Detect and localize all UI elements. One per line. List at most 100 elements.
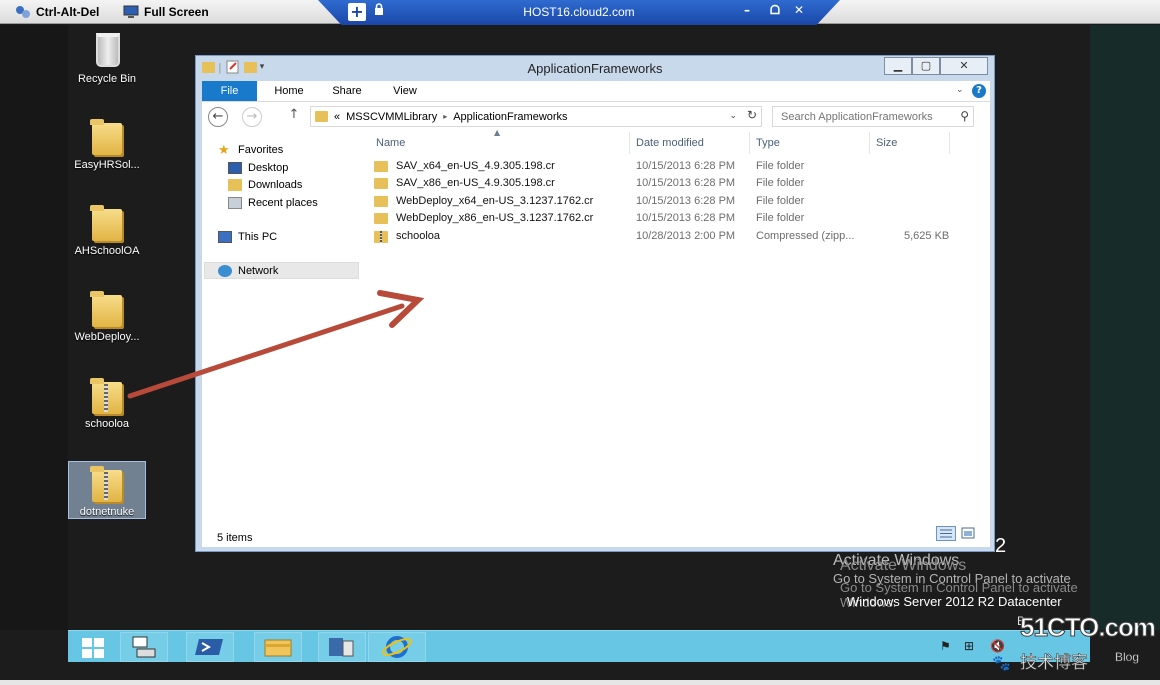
start-button[interactable] — [68, 632, 118, 662]
tab-view[interactable]: View — [380, 81, 430, 101]
desktop-icon-webdeploy[interactable]: WebDeploy... — [68, 289, 146, 343]
folder-icon — [90, 205, 122, 241]
taskbar-file-explorer[interactable] — [254, 632, 302, 662]
refresh-icon[interactable]: ↻ — [747, 108, 757, 122]
ribbon-tabs: File Home Share View ⌄ ? — [202, 81, 990, 102]
nav-this-pc[interactable]: This PC — [218, 228, 277, 246]
file-type: File folder — [756, 195, 805, 207]
address-overflow[interactable]: « — [334, 111, 340, 123]
tab-file[interactable]: File — [202, 81, 257, 101]
column-headers: ▲ Name Date modified Type Size — [364, 128, 990, 154]
full-screen-button[interactable]: Full Screen — [123, 3, 209, 21]
keyboard-icon — [16, 6, 30, 18]
folder-icon — [374, 196, 388, 207]
column-header-type[interactable]: Type — [750, 132, 870, 154]
breadcrumb-mssc[interactable]: MSSCVMMLibrary — [346, 111, 437, 123]
nav-favorites[interactable]: ★ Favorites — [218, 141, 283, 159]
nav-label: Network — [238, 265, 279, 277]
host-bar: + HOST16.cloud2.com – ᗝ ✕ — [318, 0, 840, 25]
desktop-icon-dotnetnuke[interactable]: dotnetnuke — [68, 461, 146, 519]
nav-label: This PC — [238, 231, 278, 243]
search-input[interactable] — [773, 107, 953, 126]
taskbar-server-manager[interactable] — [120, 632, 168, 662]
flag-icon[interactable]: ⚑ — [940, 639, 951, 653]
folder-icon — [374, 178, 388, 189]
build-digit: 2 — [995, 535, 1007, 557]
close-button[interactable]: ✕ — [940, 57, 988, 75]
back-button[interactable]: ← — [208, 107, 228, 127]
search-icon[interactable]: ⚲ — [960, 109, 969, 123]
table-row[interactable]: WebDeploy_x64_en-US_3.1237.1762.cr 10/15… — [364, 193, 964, 210]
remote-minimize-button[interactable]: – — [744, 3, 750, 17]
file-type: File folder — [756, 177, 805, 189]
file-size: 5,625 KB — [904, 230, 950, 242]
tab-home[interactable]: Home — [264, 81, 314, 101]
nav-desktop[interactable]: Desktop — [228, 159, 288, 177]
zip-folder-icon — [90, 466, 122, 502]
desktop-icon-ahschooloa[interactable]: AHSchoolOA — [68, 203, 146, 257]
nav-downloads[interactable]: Downloads — [228, 176, 302, 194]
details-view-button[interactable] — [936, 526, 956, 541]
folder-icon — [90, 119, 122, 155]
search-box[interactable]: ⚲ — [772, 106, 974, 127]
maximize-button[interactable]: ▢ — [912, 57, 940, 75]
powershell-icon — [195, 639, 223, 655]
column-header-name[interactable]: Name — [370, 132, 630, 154]
host-name: HOST16.cloud2.com — [523, 5, 635, 19]
desktop-icon-label: dotnetnuke — [79, 506, 135, 518]
folder-icon — [90, 291, 122, 327]
taskbar-console[interactable] — [318, 632, 366, 662]
remote-restore-button[interactable]: ᗝ — [770, 3, 780, 18]
remote-toolbar: Ctrl-Alt-Del Full Screen + HOST16.cloud2… — [0, 0, 1160, 25]
address-bar[interactable]: « MSSCVMMLibrary ▸ ApplicationFrameworks… — [310, 106, 762, 127]
navigation-bar: ← → ↑ « MSSCVMMLibrary ▸ ApplicationFram… — [202, 102, 990, 132]
desktop-icon — [228, 162, 242, 174]
table-row[interactable]: schooloa 10/28/2013 2:00 PM Compressed (… — [364, 228, 964, 245]
ctrl-alt-del-button[interactable]: Ctrl-Alt-Del — [15, 3, 99, 21]
nav-label: Downloads — [248, 179, 303, 191]
help-icon[interactable]: ? — [972, 84, 986, 98]
large-icons-view-button[interactable] — [960, 526, 976, 541]
breadcrumb-separator[interactable]: ▸ — [443, 112, 447, 121]
minimize-button[interactable]: ▁ — [884, 57, 912, 75]
table-row[interactable]: WebDeploy_x86_en-US_3.1237.1762.cr 10/15… — [364, 210, 964, 227]
window-titlebar[interactable]: | ▾ ApplicationFrameworks ▁ ▢ ✕ — [196, 56, 994, 81]
column-header-size[interactable]: Size — [870, 132, 950, 154]
file-list: ▲ Name Date modified Type Size SAV_x64_e… — [364, 128, 990, 531]
taskbar-internet-explorer[interactable] — [368, 632, 426, 662]
remote-close-button[interactable]: ✕ — [794, 3, 804, 17]
activate-windows-title-ghost: Activate Windows — [840, 557, 967, 574]
desktop-icon-recycle-bin[interactable]: Recycle Bin — [68, 31, 146, 85]
table-row[interactable]: SAV_x86_en-US_4.9.305.198.cr 10/15/2013 … — [364, 175, 964, 192]
site-watermark-subtitle: 技术博客 — [1020, 653, 1089, 674]
nav-network[interactable]: Network — [218, 262, 278, 280]
folder-icon — [374, 161, 388, 172]
nav-label: Favorites — [238, 144, 284, 156]
computer-icon — [218, 231, 232, 243]
tab-share[interactable]: Share — [322, 81, 372, 101]
desktop-edge-right — [1090, 25, 1160, 630]
site-watermark-blog: Blog — [1115, 650, 1140, 664]
table-row[interactable]: SAV_x64_en-US_4.9.305.198.cr 10/15/2013 … — [364, 158, 964, 175]
folder-icon — [315, 111, 328, 122]
up-button[interactable]: ↑ — [286, 107, 302, 125]
ribbon-expand-icon[interactable]: ⌄ — [956, 85, 968, 97]
network-tray-icon[interactable]: ⊞ — [964, 639, 974, 653]
explorer-content: ★ Favorites Desktop Downloads Recent pla… — [202, 128, 990, 531]
downloads-icon — [228, 179, 242, 191]
network-icon — [218, 265, 232, 277]
volume-muted-icon[interactable]: 🔇 — [990, 639, 1005, 653]
taskbar-powershell[interactable] — [186, 632, 234, 662]
desktop-icon-schooloa[interactable]: schooloa — [68, 376, 146, 430]
forward-button[interactable]: → — [242, 107, 262, 127]
file-explorer-icon — [264, 639, 292, 657]
nav-recent-places[interactable]: Recent places — [228, 194, 318, 212]
file-type: Compressed (zipp... — [756, 230, 855, 242]
column-header-date[interactable]: Date modified — [630, 132, 750, 154]
desktop-edge-left — [0, 25, 68, 630]
breadcrumb-appframeworks[interactable]: ApplicationFrameworks — [453, 111, 567, 123]
chevron-down-icon[interactable]: ⌄ — [729, 110, 737, 121]
desktop-icon-easyhrsol[interactable]: EasyHRSol... — [68, 117, 146, 171]
console-icon — [329, 638, 354, 657]
folder-icon — [374, 213, 388, 224]
